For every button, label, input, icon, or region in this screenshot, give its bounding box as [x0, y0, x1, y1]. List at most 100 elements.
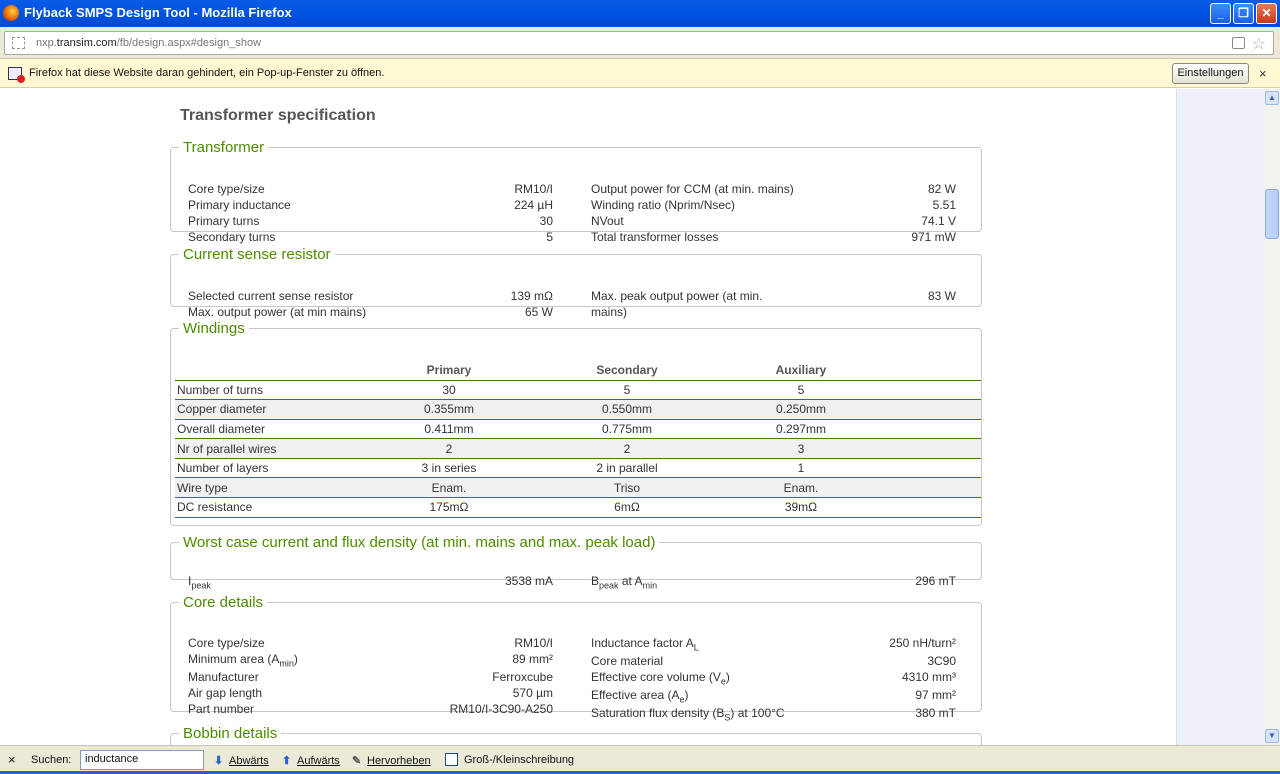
spec-label: Minimum area (Amin) — [188, 652, 298, 669]
section-legend: Transformer — [183, 139, 265, 156]
window-title: Flyback SMPS Design Tool - Mozilla Firef… — [24, 5, 292, 20]
vertical-scrollbar[interactable]: ▲ ▼ — [1264, 89, 1280, 745]
row-label: Copper diameter — [175, 399, 375, 420]
site-identity-icon[interactable] — [12, 37, 25, 49]
firefox-icon — [3, 5, 19, 21]
spec-value: 250 nH/turn² — [889, 636, 956, 650]
spec-label: Saturation flux density (BS) at 100°C — [591, 706, 785, 723]
spec-label: Effective core volume (Ve) — [591, 670, 730, 687]
spec-label: Core type/size — [188, 182, 265, 196]
arrow-down-icon: ⬇ — [214, 755, 224, 767]
current-sense-section: Current sense resistor Selected current … — [170, 246, 982, 319]
spec-value: 971 mW — [911, 230, 956, 244]
find-previous-button[interactable]: ⬆ Aufwärts — [282, 754, 340, 767]
table-cell: 2 — [523, 438, 731, 459]
table-row: Nr of parallel wires 2 2 3 — [175, 438, 981, 459]
match-case-checkbox[interactable] — [445, 753, 458, 766]
table-cell: 0.297mm — [731, 419, 981, 440]
table-cell: Enam. — [375, 477, 523, 499]
row-label: Overall diameter — [175, 419, 375, 440]
spec-value: 4310 mm³ — [901, 670, 956, 684]
spec-label: Max. peak output power (at min. — [591, 289, 763, 303]
spec-value: 97 mm² — [915, 688, 956, 702]
transformer-section: Transformer Core type/size Primary induc… — [170, 139, 982, 244]
table-cell: 3 — [731, 438, 981, 459]
column-header — [175, 361, 375, 380]
page-content: Transformer specification Transformer Co… — [0, 89, 1176, 745]
row-label: Number of layers — [175, 458, 375, 479]
current-sense-labels: Selected current sense resistor Max. out… — [188, 288, 366, 320]
core-left-values: RM10/I 89 mm² Ferroxcube 570 µm RM10/I-3… — [421, 635, 553, 717]
address-bar[interactable]: nxp.transim.com/fb/design.aspx#design_sh… — [4, 31, 1274, 55]
spec-label: Air gap length — [188, 686, 263, 700]
spec-value: 82 W — [927, 182, 956, 196]
find-input[interactable]: inductance — [80, 750, 204, 770]
spec-value: RM10/I-3C90-A250 — [449, 702, 553, 716]
table-cell: Enam. — [731, 477, 981, 499]
worst-case-section: Worst case current and flux density (at … — [170, 534, 982, 590]
spec-value: Ferroxcube — [492, 670, 553, 684]
windings-table: Primary Secondary Auxiliary Number of tu… — [175, 361, 981, 518]
table-row: DC resistance 175mΩ 6mΩ 39mΩ — [175, 497, 981, 518]
table-row: Wire type Enam. Triso Enam. — [175, 477, 981, 499]
highlight-button[interactable]: ✎ Hervorheben — [352, 754, 431, 767]
core-right-values: 250 nH/turn² 3C90 4310 mm³ 97 mm² 380 mT — [836, 635, 956, 721]
spec-label: mains) — [591, 305, 628, 319]
navigation-bar: nxp.transim.com/fb/design.aspx#design_sh… — [0, 27, 1280, 59]
table-cell: 0.411mm — [375, 419, 523, 440]
column-header: Secondary — [596, 363, 658, 378]
section-legend: Worst case current and flux density (at … — [183, 534, 656, 551]
page-feed-icon[interactable] — [1232, 37, 1245, 49]
find-next-button[interactable]: ⬇ Abwärts — [214, 754, 269, 767]
scroll-down-arrow-icon[interactable]: ▼ — [1265, 729, 1279, 743]
spec-value: 380 mT — [915, 706, 956, 720]
scroll-up-arrow-icon[interactable]: ▲ — [1265, 91, 1279, 105]
restore-button[interactable]: ❐ — [1233, 3, 1254, 24]
spec-value: 5.51 — [932, 198, 956, 212]
close-window-button[interactable]: ✕ — [1256, 3, 1277, 24]
table-cell: 2 — [375, 438, 523, 459]
transformer-left-values: RM10/I 224 µH 30 5 — [451, 181, 553, 245]
table-cell: 0.775mm — [523, 419, 731, 440]
find-bar: × Suchen: inductance ⬇ Abwärts ⬆ Aufwärts … — [0, 745, 1280, 774]
highlighter-icon: ✎ — [352, 755, 362, 767]
popup-blocked-icon — [8, 67, 25, 83]
popup-blocked-notification: Firefox hat diese Website daran gehinder… — [0, 59, 1280, 88]
spec-value: 89 mm² — [512, 652, 553, 666]
row-label: DC resistance — [175, 497, 375, 518]
spec-value: 139 mΩ — [510, 289, 553, 303]
arrow-up-icon: ⬆ — [282, 755, 292, 767]
minimize-button[interactable]: _ — [1210, 3, 1231, 24]
transformer-left-labels: Core type/size Primary inductance Primar… — [188, 181, 291, 245]
transformer-right-labels: Output power for CCM (at min. mains) Win… — [591, 181, 794, 245]
spec-label: Max. output power (at min mains) — [188, 305, 367, 319]
table-cell: 0.550mm — [523, 399, 731, 420]
table-row: Number of turns 30 5 5 — [175, 379, 981, 401]
section-legend: Bobbin details — [183, 725, 278, 742]
notification-settings-button[interactable]: Einstellungen — [1172, 63, 1249, 84]
table-cell: 6mΩ — [523, 497, 731, 518]
row-label: Number of turns — [175, 379, 375, 401]
bobbin-details-section: Bobbin details — [170, 725, 982, 745]
url-text[interactable]: nxp.transim.com/fb/design.aspx#design_sh… — [36, 37, 261, 49]
spec-value: 570 µm — [512, 686, 553, 700]
scrollbar-thumb[interactable] — [1265, 189, 1279, 239]
core-left-labels: Core type/size Minimum area (Amin) Manuf… — [188, 635, 298, 717]
notification-close-icon[interactable]: × — [1259, 66, 1267, 81]
table-cell: 0.355mm — [375, 399, 523, 420]
table-cell: 0.250mm — [731, 399, 981, 420]
spec-label: NVout — [591, 214, 624, 228]
bookmark-star-icon[interactable]: ☆ — [1252, 34, 1266, 54]
current-sense-values: 139 mΩ 65 W — [451, 288, 553, 320]
findbar-close-icon[interactable]: × — [8, 752, 16, 767]
section-legend: Current sense resistor — [183, 246, 331, 263]
table-row: Copper diameter 0.355mm 0.550mm 0.250mm — [175, 399, 981, 420]
notification-message: Firefox hat diese Website daran gehinder… — [29, 67, 385, 79]
spec-label: Core material — [591, 654, 664, 668]
table-row: Overall diameter 0.411mm 0.775mm 0.297mm — [175, 419, 981, 440]
core-details-section: Core details Core type/size Minimum area… — [170, 594, 982, 722]
table-cell: 3 in series — [375, 458, 523, 479]
spec-label: Secondary turns — [188, 230, 276, 244]
spec-label: Inductance factor AL — [591, 636, 699, 653]
bpeak-label: Bpeak at Amin — [591, 574, 658, 591]
